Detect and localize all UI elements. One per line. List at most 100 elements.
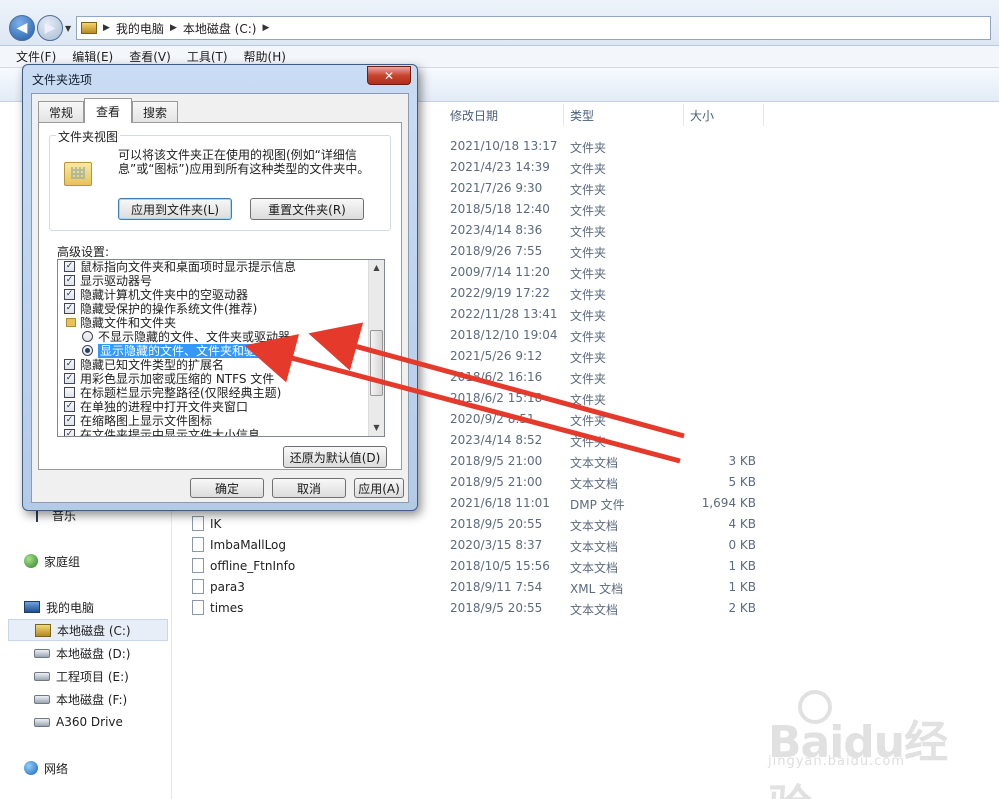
checkbox-checked-icon[interactable]: ✓ xyxy=(64,415,75,426)
drive-icon xyxy=(34,694,50,704)
folder-views-description: 可以将该文件夹正在使用的视图(例如“详细信息”或“图标”)应用到所有这种类型的文… xyxy=(118,148,370,176)
file-type: 文件夹 xyxy=(570,393,607,407)
setting-label: 在单独的进程中打开文件夹窗口 xyxy=(80,400,249,414)
file-date: 2018/9/11 7:54 xyxy=(450,580,543,594)
file-row[interactable]: ImbaMallLog 2020/3/15 8:37 文本文档 0 KB xyxy=(172,535,999,556)
chevron-right-icon[interactable]: ▶ xyxy=(170,23,177,33)
restore-defaults-button[interactable]: 还原为默认值(D) xyxy=(283,446,387,468)
forward-button[interactable]: ▶ xyxy=(37,15,63,41)
document-icon xyxy=(192,516,204,531)
file-name: ImbaMallLog xyxy=(210,538,287,552)
nav-tree-item[interactable]: 我的电脑 xyxy=(0,596,172,618)
file-row[interactable]: offline_FtnInfo 2018/10/5 15:56 文本文档 1 KB xyxy=(172,556,999,577)
baidu-watermark: Baidu经验 jingyan.baidu.com xyxy=(740,690,960,799)
setting-label: 隐藏计算机文件夹中的空驱动器 xyxy=(80,288,249,302)
menu-help[interactable]: 帮助(H) xyxy=(244,48,286,65)
file-size: 4 KB xyxy=(728,517,756,531)
file-date: 2018/9/26 7:55 xyxy=(450,244,543,258)
file-type: 文件夹 xyxy=(570,204,607,218)
nav-tree-label: 网络 xyxy=(44,761,69,776)
file-type: 文件夹 xyxy=(570,372,607,386)
file-type: 文件夹 xyxy=(570,330,607,344)
chevron-right-icon[interactable]: ▶ xyxy=(103,23,110,33)
setting-label: 在文件夹提示中显示文件大小信息 xyxy=(80,428,261,437)
setting-label: 隐藏已知文件类型的扩展名 xyxy=(80,358,225,372)
scroll-thumb[interactable] xyxy=(370,330,383,396)
ok-button[interactable]: 确定 xyxy=(190,478,264,498)
folder-views-title: 文件夹视图 xyxy=(56,128,121,145)
checkbox-checked-icon[interactable]: ✓ xyxy=(64,429,75,436)
file-date: 2021/6/18 11:01 xyxy=(450,496,550,510)
file-type: 文件夹 xyxy=(570,183,607,197)
file-row[interactable]: para3 2018/9/11 7:54 XML 文档 1 KB xyxy=(172,577,999,598)
file-date: 2018/6/2 16:16 xyxy=(450,370,543,384)
computer-icon xyxy=(81,22,97,34)
nav-tree-item[interactable]: A360 Drive xyxy=(0,711,172,733)
file-date: 2020/3/15 8:37 xyxy=(450,538,543,552)
checkbox-checked-icon[interactable]: ✓ xyxy=(64,359,75,370)
file-date: 2022/11/28 13:41 xyxy=(450,307,558,321)
cancel-button[interactable]: 取消 xyxy=(272,478,346,498)
nav-tree-item[interactable]: 本地磁盘 (C:) xyxy=(8,619,168,641)
settings-scrollbar[interactable]: ▲ ▼ xyxy=(368,260,384,436)
setting-label: 隐藏受保护的操作系统文件(推荐) xyxy=(80,302,258,316)
column-header-date[interactable]: 修改日期 xyxy=(444,104,564,126)
file-row[interactable]: times 2018/9/5 20:55 文本文档 2 KB xyxy=(172,598,999,619)
menu-edit[interactable]: 编辑(E) xyxy=(72,48,113,65)
document-icon xyxy=(192,579,204,594)
view-tab-panel: 文件夹视图 可以将该文件夹正在使用的视图(例如“详细信息”或“图标”)应用到所有… xyxy=(38,122,402,470)
menu-view[interactable]: 查看(V) xyxy=(129,48,171,65)
back-button[interactable]: ◀ xyxy=(9,15,35,41)
file-type: 文件夹 xyxy=(570,414,607,428)
close-button[interactable]: ✕ xyxy=(367,66,411,85)
chevron-right-icon[interactable]: ▶ xyxy=(262,23,269,33)
menu-file[interactable]: 文件(F) xyxy=(16,48,56,65)
file-size: 0 KB xyxy=(728,538,756,552)
tab-view[interactable]: 查看 xyxy=(84,98,132,123)
checkbox-checked-icon[interactable]: ✓ xyxy=(64,289,75,300)
tab-general[interactable]: 常规 xyxy=(38,101,84,122)
breadcrumb-computer[interactable]: 我的电脑 xyxy=(116,20,164,37)
file-date: 2018/9/5 21:00 xyxy=(450,454,543,468)
column-header-size[interactable]: 大小 xyxy=(684,104,764,126)
menu-tools[interactable]: 工具(T) xyxy=(187,48,228,65)
scroll-down-icon[interactable]: ▼ xyxy=(369,420,384,436)
checkbox-checked-icon[interactable]: ✓ xyxy=(64,373,75,384)
apply-button[interactable]: 应用(A) xyxy=(354,478,404,498)
advanced-settings-list[interactable]: ✓ 在文件夹提示中显示文件大小信息 ✓ 在缩略图上显示文件图标 ✓ 在单独的进程中打开文件… xyxy=(57,259,385,437)
nav-tree-item[interactable]: 本地磁盘 (D:) xyxy=(0,642,172,664)
radio-selected-icon[interactable] xyxy=(82,345,93,356)
file-type: 文件夹 xyxy=(570,267,607,281)
file-date: 2021/5/26 9:12 xyxy=(450,349,543,363)
breadcrumb-c-drive[interactable]: 本地磁盘 (C:) xyxy=(183,20,257,37)
apply-to-folders-button[interactable]: 应用到文件夹(L) xyxy=(118,198,232,220)
column-header-type[interactable]: 类型 xyxy=(564,104,684,126)
file-type: 文件夹 xyxy=(570,309,607,323)
file-type: 文件夹 xyxy=(570,288,607,302)
checkbox-checked-icon[interactable]: ✓ xyxy=(64,401,75,412)
checkbox-checked-icon[interactable]: ✓ xyxy=(64,303,75,314)
file-name: IK xyxy=(210,517,222,531)
advanced-settings-label: 高级设置: xyxy=(57,245,110,259)
checkbox-checked-icon[interactable]: ✓ xyxy=(64,261,75,272)
watermark-url: jingyan.baidu.com xyxy=(768,754,905,769)
radio-icon[interactable] xyxy=(82,331,93,342)
setting-label: 显示驱动器号 xyxy=(80,274,153,288)
checkbox-checked-icon[interactable]: ✓ xyxy=(64,275,75,286)
file-date: 2021/7/26 9:30 xyxy=(450,181,543,195)
recent-pages-dropdown[interactable]: ▼ xyxy=(65,24,71,33)
address-box[interactable]: ▶ 我的电脑 ▶ 本地磁盘 (C:) ▶ xyxy=(76,16,991,40)
nav-tree-item[interactable]: 本地磁盘 (F:) xyxy=(0,688,172,710)
file-type: 文件夹 xyxy=(570,246,607,260)
file-size: 1 KB xyxy=(728,559,756,573)
nav-tree-item[interactable]: 家庭组 xyxy=(0,550,172,572)
file-date: 2009/7/14 11:20 xyxy=(450,265,550,279)
scroll-up-icon[interactable]: ▲ xyxy=(369,260,384,276)
nav-tree-item[interactable]: 工程项目 (E:) xyxy=(0,665,172,687)
file-date: 2021/10/18 13:17 xyxy=(450,139,558,153)
tab-search[interactable]: 搜索 xyxy=(132,101,178,122)
checkbox-unchecked-icon[interactable] xyxy=(64,387,75,398)
nav-tree-item[interactable]: 网络 xyxy=(0,757,172,779)
file-row[interactable]: IK 2018/9/5 20:55 文本文档 4 KB xyxy=(172,514,999,535)
reset-folders-button[interactable]: 重置文件夹(R) xyxy=(250,198,364,220)
